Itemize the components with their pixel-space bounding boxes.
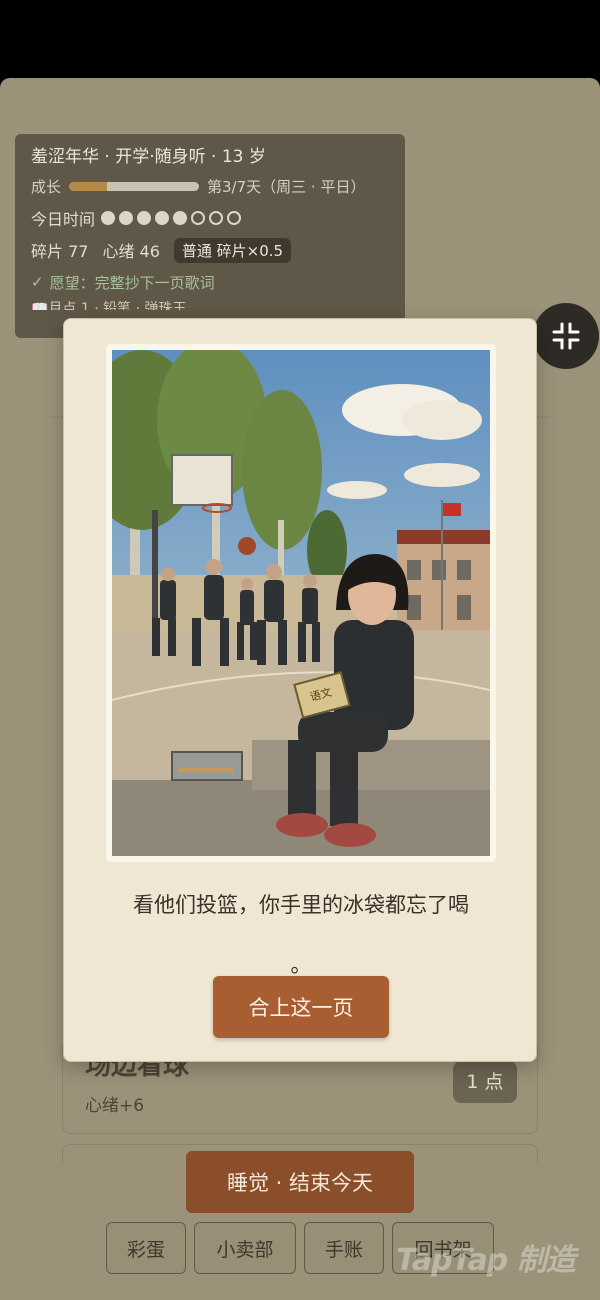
growth-label: 成长 <box>31 177 62 196</box>
time-dot <box>137 211 152 225</box>
hud-title: 羞涩年华 · 开学·随身听 · 13 岁 <box>31 147 266 167</box>
story-modal: 语文 看他们投篮，你手里的冰袋都忘了喝 。 合上这一页 <box>63 318 537 1062</box>
time-dot <box>119 211 134 225</box>
basketball-court-scene: 语文 <box>112 350 490 856</box>
day-text: 第3/7天（周三 · 平日） <box>207 177 366 196</box>
game-screen: 羞涩年华 · 开学·随身听 · 13 岁 成长 第3/7天（周三 · 平日） 今… <box>0 78 600 1300</box>
sleep-button[interactable]: 睡觉 · 结束今天 <box>186 1151 414 1213</box>
time-label: 今日时间 <box>31 210 96 229</box>
time-dots <box>101 211 242 225</box>
status-card: 羞涩年华 · 开学·随身听 · 13 岁 成长 第3/7天（周三 · 平日） 今… <box>15 134 405 338</box>
easter-egg-button[interactable]: 彩蛋 <box>106 1222 186 1274</box>
time-dot <box>191 211 206 225</box>
time-dot <box>209 211 224 225</box>
time-row: 今日时间 <box>31 202 389 234</box>
time-dot <box>101 211 116 225</box>
time-dot <box>227 211 242 225</box>
choice-effect: 心绪+6 <box>85 1096 145 1116</box>
stats-row: 碎片 77 心绪 46 普通 碎片×0.5 <box>31 234 389 266</box>
wish-text: 愿望：完整抄下一页歌词 <box>49 273 215 292</box>
growth-bar-fill <box>69 181 107 191</box>
journal-button[interactable]: 手账 <box>304 1222 384 1274</box>
caption-line-1: 看他们投篮，你手里的冰袋都忘了喝 <box>133 893 469 917</box>
status-bar <box>0 0 600 78</box>
difficulty-chip: 普通 碎片×0.5 <box>173 237 292 263</box>
growth-bar <box>69 181 200 191</box>
growth-row: 成长 第3/7天（周三 · 平日） <box>31 170 389 202</box>
choice-cost-badge: 1 点 <box>453 1061 517 1103</box>
inventory-line: 📖月点 1 · 铅笔 · 弹珠王 <box>31 301 187 310</box>
collapse-button[interactable] <box>533 303 599 369</box>
shop-button[interactable]: 小卖部 <box>194 1222 296 1274</box>
check-icon: ✓ <box>31 273 44 291</box>
close-page-button[interactable]: 合上这一页 <box>213 976 389 1038</box>
mood-count: 心绪 46 <box>102 242 160 261</box>
taptap-watermark: TapTap 制造 <box>396 1243 576 1278</box>
fragments-count: 碎片 77 <box>31 242 89 261</box>
time-dot <box>155 211 170 225</box>
time-dot <box>173 211 188 225</box>
story-illustration: 语文 <box>106 344 496 862</box>
wish-row: ✓ 愿望：完整抄下一页歌词 <box>31 266 389 298</box>
collapse-icon <box>552 322 580 350</box>
